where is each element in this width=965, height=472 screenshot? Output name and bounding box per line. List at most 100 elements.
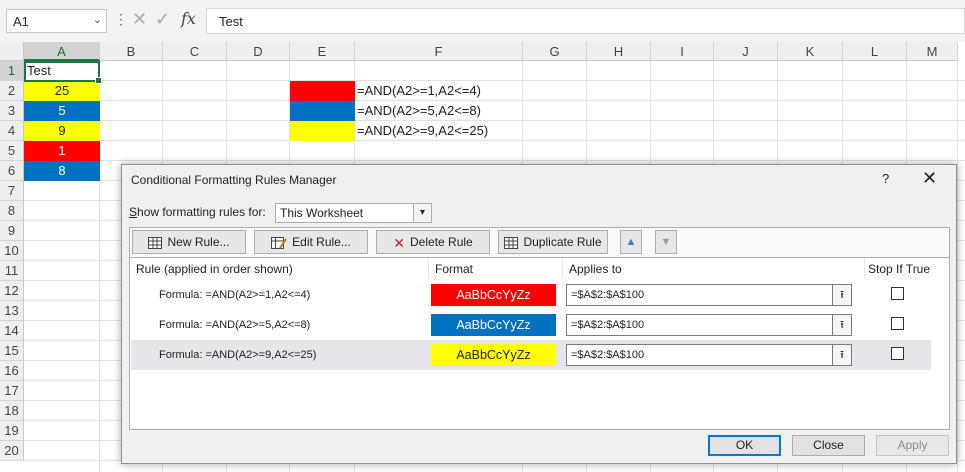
row-header-4[interactable]: 4 [0, 121, 24, 141]
row-header-6[interactable]: 6 [0, 161, 24, 181]
row-header-2[interactable]: 2 [0, 81, 24, 101]
row-header-5[interactable]: 5 [0, 141, 24, 161]
move-down-button[interactable]: ▼ [655, 230, 677, 254]
applies-to-input[interactable]: =$A$2:$A$100 ⭱ [566, 284, 852, 306]
select-all-corner[interactable] [0, 42, 24, 61]
rule-row[interactable]: Formula: =AND(A2>=5,A2<=8) AaBbCcYyZz =$A$… [131, 310, 931, 340]
delete-rule-button[interactable]: ✕ Delete Rule [376, 230, 490, 254]
cell-a6[interactable]: 8 [24, 161, 100, 181]
row-header-15[interactable]: 15 [0, 341, 24, 361]
column-header-a[interactable]: A [24, 42, 100, 61]
column-header-k[interactable]: K [778, 42, 843, 61]
edit-rule-label: Edit Rule... [292, 235, 351, 249]
edit-grid-icon [271, 237, 287, 250]
row-header-13[interactable]: 13 [0, 301, 24, 321]
edit-rule-button[interactable]: Edit Rule... [254, 230, 368, 254]
row-header-11[interactable]: 11 [0, 261, 24, 281]
column-header-j[interactable]: J [714, 42, 778, 61]
applies-to-input[interactable]: =$A$2:$A$100 ⭱ [566, 344, 852, 366]
show-rules-value: This Worksheet [280, 206, 364, 220]
ok-button[interactable]: OK [708, 435, 781, 456]
close-button[interactable]: Close [792, 435, 865, 456]
column-header-h[interactable]: H [587, 42, 651, 61]
row-header-8[interactable]: 8 [0, 201, 24, 221]
new-rule-button[interactable]: New Rule... [132, 230, 246, 254]
chevron-down-icon: ▼ [660, 236, 672, 248]
active-cell-selection[interactable] [24, 61, 102, 84]
gridline-horizontal [24, 160, 965, 161]
dialog-title: Conditional Formatting Rules Manager [131, 173, 337, 187]
cell-fill-e4 [290, 121, 355, 141]
cell-a2[interactable]: 25 [24, 81, 100, 101]
applies-to-value: =$A$2:$A$100 [571, 349, 645, 361]
cell-fill-e3 [290, 101, 355, 121]
cell-a4[interactable]: 9 [24, 121, 100, 141]
cell-f4[interactable]: =AND(A2>=9,A2<=25) [357, 121, 488, 141]
chevron-down-icon[interactable]: ▾ [413, 204, 431, 222]
row-header-19[interactable]: 19 [0, 421, 24, 441]
row-header-12[interactable]: 12 [0, 281, 24, 301]
collapse-range-icon[interactable]: ⭱ [832, 315, 851, 335]
enter-icon[interactable]: ✓ [155, 9, 170, 30]
delete-rule-label: Delete Rule [410, 235, 473, 249]
chevron-down-icon[interactable]: ⌄ [93, 13, 102, 26]
rule-row[interactable]: Formula: =AND(A2>=9,A2<=25) AaBbCcYyZz =$A… [131, 340, 931, 370]
grid-icon [148, 236, 163, 249]
move-up-button[interactable]: ▲ [620, 230, 642, 254]
stop-if-true-checkbox[interactable] [891, 317, 904, 330]
column-header-m[interactable]: M [907, 42, 958, 61]
rule-formula: Formula: =AND(A2>=5,A2<=8) [159, 319, 311, 331]
row-header-17[interactable]: 17 [0, 381, 24, 401]
stop-if-true-checkbox[interactable] [891, 347, 904, 360]
help-icon[interactable]: ? [882, 171, 889, 186]
apply-button[interactable]: Apply [876, 435, 949, 456]
fill-handle[interactable] [95, 77, 102, 84]
column-header-f[interactable]: F [355, 42, 523, 61]
row-header-20[interactable]: 20 [0, 441, 24, 461]
column-header-e[interactable]: E [290, 42, 355, 61]
gridline-horizontal [24, 100, 965, 101]
applies-to-value: =$A$2:$A$100 [571, 289, 645, 301]
formula-input[interactable]: Test [206, 8, 965, 34]
close-icon[interactable]: ✕ [922, 168, 937, 189]
rule-formula: Formula: =AND(A2>=9,A2<=25) [159, 349, 317, 361]
row-header-16[interactable]: 16 [0, 361, 24, 381]
row-header-18[interactable]: 18 [0, 401, 24, 421]
applies-to-input[interactable]: =$A$2:$A$100 ⭱ [566, 314, 852, 336]
column-header-applies-to: Applies to [569, 262, 622, 276]
cell-a5[interactable]: 1 [24, 141, 100, 161]
conditional-formatting-rules-manager-dialog: Conditional Formatting Rules Manager ? ✕… [121, 164, 957, 464]
column-header-b[interactable]: B [100, 42, 163, 61]
column-header-c[interactable]: C [163, 42, 227, 61]
rule-row[interactable]: Formula: =AND(A2>=1,A2<=4) AaBbCcYyZz =$A$… [131, 280, 931, 310]
column-header-d[interactable]: D [227, 42, 290, 61]
format-preview: AaBbCcYyZz [431, 314, 556, 336]
row-header-14[interactable]: 14 [0, 321, 24, 341]
rules-list[interactable]: Rule (applied in order shown) Format App… [129, 257, 950, 430]
more-options-icon[interactable]: ⋮ [114, 11, 128, 28]
cancel-icon[interactable]: ✕ [132, 9, 147, 30]
duplicate-rule-button[interactable]: Duplicate Rule [498, 230, 608, 254]
row-header-3[interactable]: 3 [0, 101, 24, 121]
column-header-l[interactable]: L [843, 42, 907, 61]
insert-function-icon[interactable]: fx [181, 9, 196, 28]
show-rules-select[interactable]: This Worksheet ▾ [275, 203, 432, 223]
applies-to-value: =$A$2:$A$100 [571, 319, 645, 331]
cell-fill-e2 [290, 81, 355, 101]
column-header-i[interactable]: I [651, 42, 714, 61]
cell-f2[interactable]: =AND(A2>=1,A2<=4) [357, 81, 481, 101]
column-header-g[interactable]: G [523, 42, 587, 61]
column-separator [864, 258, 865, 278]
duplicate-grid-icon [504, 236, 519, 249]
row-header-9[interactable]: 9 [0, 221, 24, 241]
row-header-1[interactable]: 1 [0, 61, 24, 81]
cell-a3[interactable]: 5 [24, 101, 100, 121]
collapse-range-icon[interactable]: ⭱ [832, 285, 851, 305]
collapse-range-icon[interactable]: ⭱ [832, 345, 851, 365]
new-rule-label: New Rule... [167, 235, 230, 249]
row-header-10[interactable]: 10 [0, 241, 24, 261]
cell-f3[interactable]: =AND(A2>=5,A2<=8) [357, 101, 481, 121]
row-header-7[interactable]: 7 [0, 181, 24, 201]
stop-if-true-checkbox[interactable] [891, 287, 904, 300]
name-box[interactable]: A1 ⌄ [6, 9, 107, 33]
